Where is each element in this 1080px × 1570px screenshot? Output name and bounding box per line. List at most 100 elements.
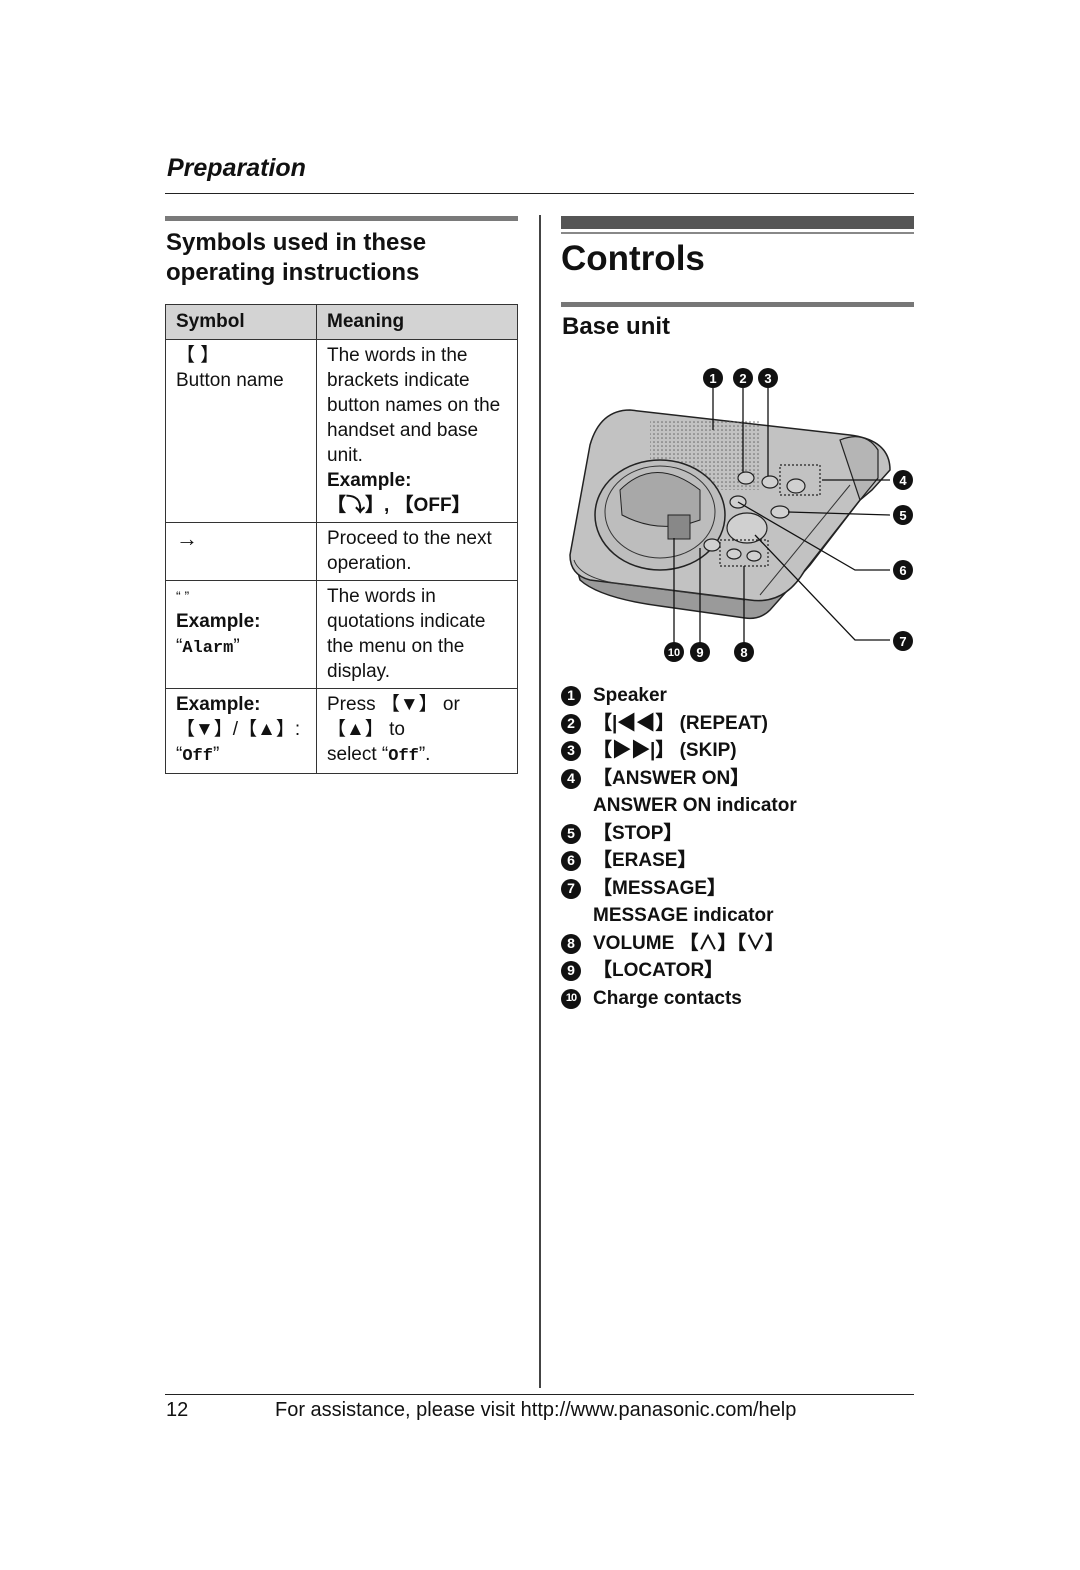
table-row: Example: 【▼】/【▲】: “Off” Press 【▼】 or 【▲】… — [165, 688, 518, 774]
example-value: “Alarm” — [176, 636, 240, 658]
meaning-cell: The words in quotations indicate the men… — [316, 580, 518, 689]
meaning-line: The words in the — [327, 345, 468, 366]
repeat-button — [737, 471, 755, 485]
svg-text:7: 7 — [899, 634, 906, 649]
meaning-line: display. — [327, 661, 391, 682]
column-header-meaning: Meaning — [316, 304, 518, 340]
left-heading-bar — [165, 216, 518, 221]
skip-button — [761, 475, 779, 489]
example-value: 【▼】/【▲】: “Off” — [176, 717, 306, 769]
meaning-line: button names on the — [327, 395, 501, 416]
meaning-cell: The words in the brackets indicate butto… — [316, 339, 518, 523]
table-row: → Proceed to the next operation. — [165, 522, 518, 581]
table-header-row: Symbol Meaning — [165, 304, 518, 340]
table-row: “ ” Example: “Alarm” The words in quotat… — [165, 580, 518, 689]
example-label: Example: — [176, 611, 261, 632]
symbol-description: Button name — [176, 370, 284, 391]
legend-item: 4 【ANSWER ON】 ANSWER ON indicator — [561, 765, 797, 820]
legend-item: 10 Charge contacts — [561, 985, 797, 1013]
symbol-cell: 【 】 Button name — [165, 339, 317, 523]
legend-item: 1 Speaker — [561, 682, 797, 710]
svg-text:2: 2 — [739, 371, 746, 386]
meaning-line: Press 【▼】 or 【▲】 to — [327, 694, 460, 740]
symbol-cell: → — [165, 522, 317, 581]
base-unit-bar — [561, 302, 914, 307]
legend-label: Speaker — [593, 685, 667, 706]
legend-label: MESSAGE indicator — [593, 905, 774, 926]
controls-heading-rule — [561, 232, 914, 234]
meaning-line: The words in — [327, 586, 436, 607]
callout-number-icon: 5 — [561, 823, 581, 844]
footer-help-text: For assistance, please visit http://www.… — [275, 1399, 797, 1421]
column-header-symbol: Symbol — [165, 304, 317, 340]
display-text: Alarm — [182, 639, 234, 658]
stop-button — [770, 505, 790, 519]
svg-text:10: 10 — [668, 647, 680, 659]
svg-text:4: 4 — [899, 473, 907, 488]
legend-item: 3 【▶▶|】 (SKIP) — [561, 737, 797, 765]
close-quote: ” — [212, 744, 220, 765]
column-divider — [539, 215, 541, 1388]
symbol-cell: Example: 【▼】/【▲】: “Off” — [165, 688, 317, 774]
legend-item: 5 【STOP】 — [561, 820, 797, 848]
svg-text:6: 6 — [899, 563, 906, 578]
table-row: 【 】 Button name The words in the bracket… — [165, 339, 518, 523]
bracket-symbol: 【 】 — [176, 345, 220, 366]
display-text: Off — [388, 747, 419, 766]
message-button — [726, 512, 768, 544]
meaning-cell: Proceed to the next operation. — [316, 522, 518, 581]
volume-up-button — [746, 550, 762, 562]
symbols-heading: Symbols used in these operating instruct… — [166, 229, 427, 286]
callout-number-icon: 4 — [561, 768, 581, 789]
legend-label: VOLUME 【∧】【∨】 — [593, 932, 785, 954]
handset-cradle — [594, 459, 726, 571]
callout-number-icon: 9 — [561, 961, 581, 981]
callout-number-icon: 10 — [561, 988, 581, 1009]
svg-text:8: 8 — [740, 645, 747, 660]
page-number: 12 — [166, 1399, 189, 1421]
legend-label: Charge contacts — [593, 987, 742, 1009]
meaning-line: brackets indicate — [327, 370, 470, 391]
svg-text:3: 3 — [764, 371, 771, 386]
legend-item: 7 【MESSAGE】 MESSAGE indicator — [561, 875, 797, 930]
symbol-cell: “ ” Example: “Alarm” — [165, 580, 317, 689]
legend-item: 6 【ERASE】 — [561, 847, 797, 875]
footer-divider — [165, 1394, 914, 1395]
legend-item: 8 VOLUME 【∧】【∨】 — [561, 930, 797, 958]
symbols-table: Symbol Meaning 【 】 Button name The words… — [165, 304, 518, 774]
legend-item: 9 【LOCATOR】 — [561, 957, 797, 985]
callout-number-icon: 8 — [561, 933, 581, 954]
volume-down-button — [726, 548, 742, 560]
svg-text:5: 5 — [899, 508, 906, 523]
example-value: 【⤵】, 【OFF】 — [327, 495, 471, 516]
callout-number-icon: 3 — [561, 741, 581, 761]
base-unit-heading: Base unit — [562, 313, 671, 340]
display-text: Off — [182, 747, 213, 766]
legend-label-group: 【ANSWER ON】 ANSWER ON indicator — [593, 765, 797, 820]
controls-heading-bar — [561, 216, 914, 229]
legend-label: 【ANSWER ON】 — [593, 767, 750, 789]
locator-button — [703, 538, 721, 552]
svg-text:1: 1 — [709, 371, 716, 386]
controls-heading: Controls — [561, 239, 705, 278]
legend-label: 【MESSAGE】 — [593, 877, 727, 899]
legend-label-group: 【MESSAGE】 MESSAGE indicator — [593, 875, 774, 930]
arrow-symbol: → — [176, 526, 198, 551]
base-unit-illustration: 1 2 3 4 5 6 7 8 9 10 — [569, 368, 913, 662]
answer-on-button — [786, 478, 806, 494]
meaning-text: select “ — [327, 744, 389, 765]
meaning-text: ”. — [418, 744, 431, 765]
meaning-cell: Press 【▼】 or 【▲】 to select “Off”. — [316, 688, 518, 774]
legend-label: 【LOCATOR】 — [593, 960, 724, 981]
legend-label: ANSWER ON indicator — [593, 795, 797, 816]
callout-number-icon: 1 — [561, 686, 581, 706]
meaning-line: operation. — [327, 553, 412, 574]
legend-label: 【ERASE】 — [593, 850, 697, 871]
example-label: Example: — [327, 470, 412, 491]
meaning-line: the menu on the — [327, 636, 465, 657]
meaning-line: unit. — [327, 445, 363, 466]
meaning-line: quotations indicate — [327, 611, 486, 632]
meaning-line: select “Off”. — [327, 742, 507, 769]
example-label: Example: — [176, 694, 261, 715]
callout-number-icon: 2 — [561, 713, 581, 734]
